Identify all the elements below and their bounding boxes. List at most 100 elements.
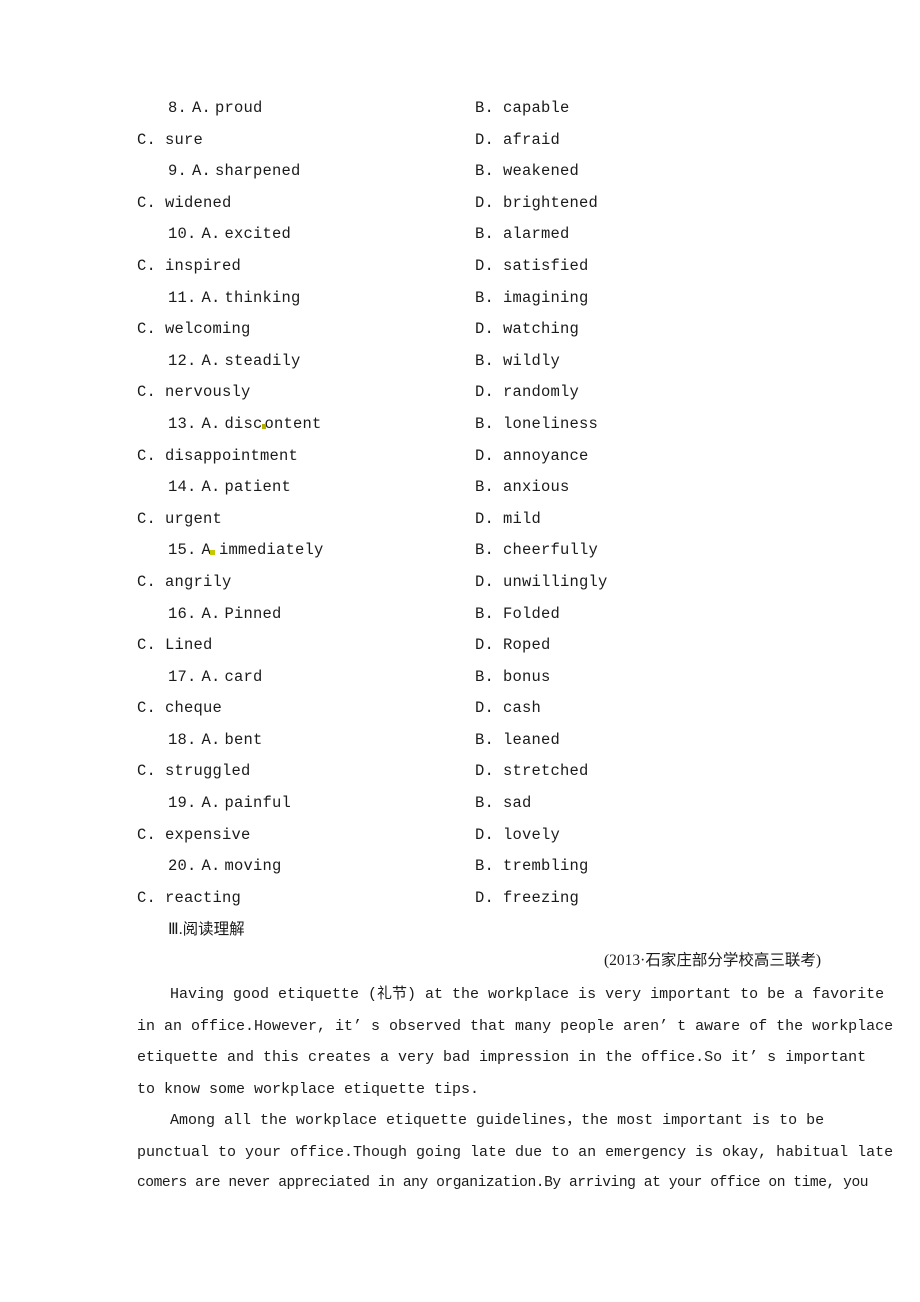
option-text: excited xyxy=(224,225,292,244)
option-c-9[interactable]: C. widened xyxy=(137,188,232,220)
option-c-11[interactable]: C. welcoming xyxy=(137,314,251,346)
option-d-16[interactable]: D. Roped xyxy=(475,630,551,662)
option-c-17[interactable]: C. cheque xyxy=(137,693,222,725)
option-row: 11. A. thinking B. imagining xyxy=(137,283,837,315)
option-a-11[interactable]: 11. A. thinking xyxy=(168,283,301,315)
option-b-13[interactable]: B. loneliness xyxy=(475,409,598,441)
option-row: C. cheque D. cash xyxy=(137,693,837,725)
option-text: nervously xyxy=(165,383,251,402)
option-d-17[interactable]: D. cash xyxy=(475,693,541,725)
option-b-14[interactable]: B. anxious xyxy=(475,472,570,504)
option-a-13[interactable]: 13. A. disc ontent xyxy=(168,409,322,441)
option-b-11[interactable]: B. imagining xyxy=(475,283,589,315)
option-c-18[interactable]: C. struggled xyxy=(137,756,251,788)
option-letter: A xyxy=(202,535,216,567)
option-a-20[interactable]: 20. A. moving xyxy=(168,851,282,883)
option-text: proud xyxy=(215,99,263,117)
option-text: patient xyxy=(224,478,292,497)
option-c-14[interactable]: C. urgent xyxy=(137,504,222,536)
option-row: 18. A. bent B. leaned xyxy=(137,725,837,757)
option-b-9[interactable]: B. weakened xyxy=(475,156,579,188)
option-a-8[interactable]: 8. A. proud xyxy=(168,93,263,125)
option-d-20[interactable]: D. freezing xyxy=(475,883,579,915)
option-text: moving xyxy=(224,857,282,876)
option-b-17[interactable]: B. bonus xyxy=(475,662,551,694)
option-a-12[interactable]: 12. A. steadily xyxy=(168,346,301,378)
option-text: loneliness xyxy=(503,414,599,433)
option-d-15[interactable]: D. unwillingly xyxy=(475,567,608,599)
option-d-14[interactable]: D. mild xyxy=(475,504,541,536)
option-letter: B. xyxy=(475,414,495,433)
option-letter: B. xyxy=(475,604,495,623)
section-heading-reading-comprehension: Ⅲ.阅读理解 xyxy=(168,917,245,939)
option-text: cheerfully xyxy=(503,541,599,560)
document-page: 8. A. proud B. capable C. sure D. afraid 9. A.… xyxy=(0,0,920,1302)
option-row: C. struggled D. stretched xyxy=(137,756,837,788)
passage-paragraph-1: Having good etiquette (礼节) at the workpl… xyxy=(137,979,893,1105)
option-text: Pinned xyxy=(224,604,282,623)
option-c-12[interactable]: C. nervously xyxy=(137,377,251,409)
option-b-12[interactable]: B. wildly xyxy=(475,346,560,378)
option-c-8[interactable]: C. sure xyxy=(137,125,203,157)
option-text: sharpened xyxy=(215,162,301,181)
option-letter: D. xyxy=(475,383,495,402)
option-b-19[interactable]: B. sad xyxy=(475,788,532,820)
option-text: card xyxy=(224,667,263,686)
option-text: urgent xyxy=(165,509,223,528)
option-d-11[interactable]: D. watching xyxy=(475,314,579,346)
option-letter: B. xyxy=(475,730,495,749)
option-a-9[interactable]: 9. A. sharpened xyxy=(168,156,301,188)
option-c-16[interactable]: C. Lined xyxy=(137,630,213,662)
option-row: 9. A. sharpened B. weakened xyxy=(137,156,837,188)
option-b-20[interactable]: B. trembling xyxy=(475,851,589,883)
option-text: ontent xyxy=(264,414,322,433)
option-text: randomly xyxy=(503,383,580,402)
item-number: 20. xyxy=(168,857,197,876)
option-a-19[interactable]: 19. A. painful xyxy=(168,788,291,820)
option-a-16[interactable]: 16. A. Pinned xyxy=(168,599,282,631)
option-text: inspired xyxy=(165,256,242,275)
option-text: bent xyxy=(224,730,263,749)
option-a-17[interactable]: 17. A. card xyxy=(168,662,263,694)
option-c-19[interactable]: C. expensive xyxy=(137,820,251,852)
option-a-18[interactable]: 18. A. bent xyxy=(168,725,263,757)
option-d-9[interactable]: D. brightened xyxy=(475,188,598,220)
option-b-16[interactable]: B. Folded xyxy=(475,599,560,631)
option-d-8[interactable]: D. afraid xyxy=(475,125,560,157)
item-number: 16. xyxy=(168,604,197,623)
source-attribution: (2013·石家庄部分学校高三联考) xyxy=(604,952,821,969)
option-d-10[interactable]: D. satisfied xyxy=(475,251,589,283)
option-c-15[interactable]: C. angrily xyxy=(137,567,232,599)
option-d-13[interactable]: D. annoyance xyxy=(475,441,589,473)
option-letter: C. xyxy=(137,383,157,402)
option-c-10[interactable]: C. inspired xyxy=(137,251,241,283)
option-row: 15. Aimmediately B. cheerfully xyxy=(137,535,837,567)
option-a-15[interactable]: 15. Aimmediately xyxy=(168,535,324,567)
option-letter: C. xyxy=(137,446,157,465)
option-text: angrily xyxy=(165,572,232,591)
option-text: lovely xyxy=(503,825,561,844)
option-letter: A. xyxy=(201,351,221,370)
option-letter: A. xyxy=(201,667,221,686)
option-d-19[interactable]: D. lovely xyxy=(475,820,560,852)
option-text: painful xyxy=(224,794,292,813)
option-b-15[interactable]: B. cheerfully xyxy=(475,535,598,567)
option-letter: C. xyxy=(137,256,157,275)
option-d-18[interactable]: D. stretched xyxy=(475,756,589,788)
option-letter: B. xyxy=(475,99,495,117)
option-letter: D. xyxy=(475,320,495,339)
option-c-13[interactable]: C. disappointment xyxy=(137,441,298,473)
option-text: struggled xyxy=(165,762,251,781)
option-c-20[interactable]: C. reacting xyxy=(137,883,241,915)
option-text: thinking xyxy=(224,288,301,307)
option-a-14[interactable]: 14. A. patient xyxy=(168,472,291,504)
option-letter: A. xyxy=(201,478,221,497)
option-d-12[interactable]: D. randomly xyxy=(475,377,579,409)
option-letter: C. xyxy=(137,699,157,718)
option-text: stretched xyxy=(503,762,589,781)
option-b-10[interactable]: B. alarmed xyxy=(475,219,570,251)
option-a-10[interactable]: 10. A. excited xyxy=(168,219,291,251)
option-b-18[interactable]: B. leaned xyxy=(475,725,560,757)
option-b-8[interactable]: B. capable xyxy=(475,93,570,125)
option-letter: D. xyxy=(475,888,495,907)
